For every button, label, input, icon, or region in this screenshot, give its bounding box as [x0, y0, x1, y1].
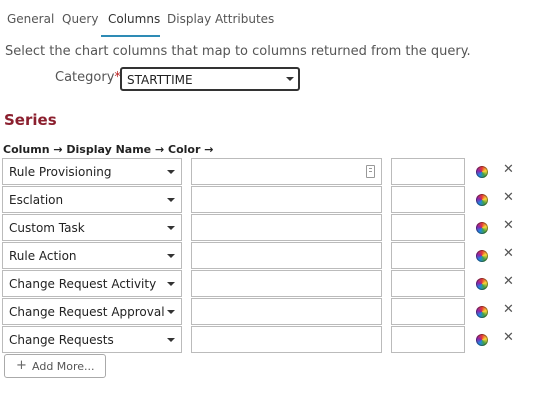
remove-row-icon[interactable]: ✕: [503, 303, 514, 317]
series-row: Rule Provisioning ✕: [0, 158, 553, 186]
chevron-down-icon: [167, 310, 175, 314]
category-label-text: Category: [55, 70, 115, 85]
plus-icon: +: [16, 358, 27, 373]
color-input[interactable]: [391, 186, 465, 213]
instructions-text: Select the chart columns that map to col…: [5, 44, 471, 59]
column-select-value: Change Request Approval: [9, 305, 165, 319]
display-name-input[interactable]: [191, 186, 382, 213]
column-select-value: Change Requests: [9, 333, 114, 347]
chevron-down-icon: [167, 198, 175, 202]
chevron-down-icon: [167, 170, 175, 174]
column-select[interactable]: Esclation: [2, 186, 182, 213]
display-name-input[interactable]: [191, 158, 382, 185]
chevron-down-icon: [167, 338, 175, 342]
color-input[interactable]: [391, 298, 465, 325]
column-select[interactable]: Change Requests: [2, 326, 182, 353]
column-select-value: Esclation: [9, 193, 64, 207]
chevron-down-icon: [167, 226, 175, 230]
display-name-input[interactable]: [191, 326, 382, 353]
series-row: Custom Task ✕: [0, 214, 553, 242]
column-select[interactable]: Change Request Approval: [2, 298, 182, 325]
series-row: Rule Action ✕: [0, 242, 553, 270]
color-picker-icon[interactable]: [476, 194, 488, 206]
series-row: Change Request Approval ✕: [0, 298, 553, 326]
color-input[interactable]: [391, 158, 465, 185]
color-input[interactable]: [391, 326, 465, 353]
tab-general[interactable]: General: [7, 12, 54, 26]
column-select[interactable]: Rule Provisioning: [2, 158, 182, 185]
remove-row-icon[interactable]: ✕: [503, 247, 514, 261]
series-column-headers: Column → Display Name → Color →: [3, 143, 214, 156]
color-picker-icon[interactable]: [476, 166, 488, 178]
tab-display-attributes[interactable]: Display Attributes: [167, 12, 274, 26]
series-row: Change Request Activity ✕: [0, 270, 553, 298]
series-heading: Series: [4, 111, 57, 129]
category-select[interactable]: STARTTIME: [120, 67, 300, 91]
series-row: Esclation ✕: [0, 186, 553, 214]
tab-columns[interactable]: Columns: [108, 12, 160, 26]
add-more-label: Add More...: [32, 360, 95, 373]
column-select-value: Rule Action: [9, 249, 77, 263]
remove-row-icon[interactable]: ✕: [503, 219, 514, 233]
color-input[interactable]: [391, 214, 465, 241]
color-picker-icon[interactable]: [476, 334, 488, 346]
column-select-value: Change Request Activity: [9, 277, 157, 291]
remove-row-icon[interactable]: ✕: [503, 275, 514, 289]
category-label: Category*:: [55, 70, 125, 85]
series-row: Change Requests ✕: [0, 326, 553, 354]
text-field-icon[interactable]: [366, 165, 375, 178]
color-input[interactable]: [391, 242, 465, 269]
add-more-button[interactable]: + Add More...: [4, 354, 106, 378]
remove-row-icon[interactable]: ✕: [503, 331, 514, 345]
chevron-down-icon: [167, 282, 175, 286]
display-name-input[interactable]: [191, 242, 382, 269]
active-tab-indicator: [101, 35, 160, 37]
chevron-down-icon: [167, 254, 175, 258]
color-picker-icon[interactable]: [476, 222, 488, 234]
display-name-input[interactable]: [191, 270, 382, 297]
remove-row-icon[interactable]: ✕: [503, 163, 514, 177]
tab-bar: General Query Columns Display Attributes: [0, 0, 553, 37]
tab-query[interactable]: Query: [62, 12, 98, 26]
column-select-value: Rule Provisioning: [9, 165, 112, 179]
chevron-down-icon: [286, 77, 294, 81]
category-select-value: STARTTIME: [127, 73, 193, 87]
column-select[interactable]: Rule Action: [2, 242, 182, 269]
remove-row-icon[interactable]: ✕: [503, 191, 514, 205]
color-input[interactable]: [391, 270, 465, 297]
column-select[interactable]: Change Request Activity: [2, 270, 182, 297]
color-picker-icon[interactable]: [476, 250, 488, 262]
color-picker-icon[interactable]: [476, 278, 488, 290]
display-name-input[interactable]: [191, 214, 382, 241]
color-picker-icon[interactable]: [476, 306, 488, 318]
display-name-input[interactable]: [191, 298, 382, 325]
column-select-value: Custom Task: [9, 221, 85, 235]
column-select[interactable]: Custom Task: [2, 214, 182, 241]
